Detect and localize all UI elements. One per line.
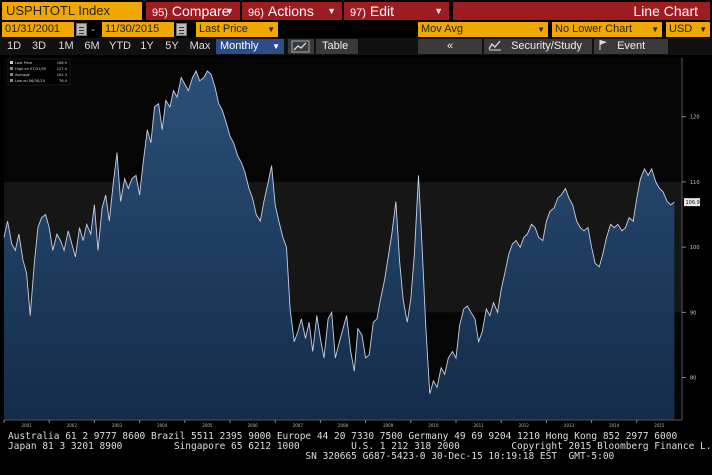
x-tick-label: 2012 bbox=[519, 423, 530, 428]
table-button[interactable]: Table bbox=[316, 39, 358, 54]
x-tick-label: 2006 bbox=[248, 423, 259, 428]
tab-max[interactable]: Max bbox=[186, 39, 214, 54]
compare-button[interactable]: 95) Compare ▼ bbox=[146, 2, 240, 20]
legend-label: Average bbox=[15, 73, 31, 77]
chevron-down-icon: ▼ bbox=[225, 6, 234, 16]
mov-avg-select[interactable]: Mov Avg ▼ bbox=[418, 22, 548, 37]
price-field-value: Last Price bbox=[199, 23, 248, 35]
line-chart-icon bbox=[291, 40, 310, 53]
legend-label: Low on 06/30/10 bbox=[15, 79, 46, 83]
last-value-label: 106.9 bbox=[686, 200, 700, 206]
x-tick-label: 2004 bbox=[157, 423, 168, 428]
currency-value: USD bbox=[669, 23, 693, 35]
footer: Australia 61 2 9777 8600 Brazil 5511 239… bbox=[0, 431, 712, 465]
end-date-field[interactable]: 11/30/2015 bbox=[102, 22, 174, 37]
x-tick-label: 2008 bbox=[338, 423, 349, 428]
event-label: Event bbox=[617, 40, 646, 52]
plot-band bbox=[4, 58, 682, 182]
x-tick-label: 2007 bbox=[293, 423, 304, 428]
edit-label: Edit bbox=[369, 3, 395, 19]
event-button[interactable]: Event bbox=[594, 39, 668, 54]
actions-shortcut: 96) bbox=[248, 7, 264, 19]
period-toolbar: 1D 3D 1M 6M YTD 1Y 5Y Max Monthly ▼ Table… bbox=[0, 38, 712, 55]
chart-area: 80 90 100 110 120 106.9 2001 2002 2003 2004 2005 2… bbox=[0, 56, 712, 428]
tab-ytd[interactable]: YTD bbox=[106, 39, 134, 54]
tab-5y[interactable]: 5Y bbox=[160, 39, 184, 54]
y-tick-label: 110 bbox=[690, 180, 700, 186]
y-tick-label: 120 bbox=[690, 115, 700, 121]
period-select[interactable]: Monthly ▼ bbox=[216, 39, 284, 54]
x-tick-label: 2001 bbox=[22, 423, 33, 428]
ticker-field[interactable]: USPHTOTL Index bbox=[2, 2, 142, 20]
legend-value: 106.9 bbox=[57, 61, 68, 65]
back-button[interactable]: « bbox=[418, 39, 482, 54]
tab-1d[interactable]: 1D bbox=[4, 39, 24, 54]
chevron-down-icon: ▼ bbox=[267, 25, 275, 34]
x-tick-label: 2015 bbox=[654, 423, 665, 428]
period-value: Monthly bbox=[220, 40, 259, 52]
tab-1m[interactable]: 1M bbox=[54, 39, 78, 54]
legend-label: Last Price bbox=[15, 61, 33, 65]
date-range-row: 01/31/2001 - 11/30/2015 Last Price ▼ Mov … bbox=[0, 22, 712, 38]
tab-1y[interactable]: 1Y bbox=[136, 39, 158, 54]
line-chart[interactable]: 80 90 100 110 120 106.9 2001 2002 2003 2004 2005 2… bbox=[0, 56, 712, 428]
date-separator: - bbox=[91, 23, 95, 36]
x-tick-label: 2009 bbox=[383, 423, 394, 428]
legend-label: High on 07/31/05 bbox=[15, 67, 46, 71]
y-tick-label: 80 bbox=[690, 376, 696, 382]
actions-button[interactable]: 96) Actions ▼ bbox=[242, 2, 342, 20]
chevron-down-icon: ▼ bbox=[327, 6, 336, 16]
legend-value: 127.0 bbox=[57, 67, 68, 71]
chevron-down-icon: ▼ bbox=[699, 25, 707, 34]
calendar-icon[interactable] bbox=[76, 23, 87, 36]
compare-label: Compare bbox=[171, 3, 230, 19]
edit-shortcut: 97) bbox=[350, 7, 366, 19]
security-study-button[interactable]: Security/Study bbox=[484, 39, 592, 54]
x-tick-label: 2005 bbox=[202, 423, 213, 428]
y-tick-label: 90 bbox=[690, 310, 696, 316]
line-chart-icon-button[interactable] bbox=[288, 39, 314, 54]
chevron-down-icon: ▼ bbox=[272, 42, 280, 51]
tab-3d[interactable]: 3D bbox=[28, 39, 50, 54]
tab-6m[interactable]: 6M bbox=[80, 39, 104, 54]
security-study-label: Security/Study bbox=[511, 40, 582, 52]
legend-swatch bbox=[10, 73, 13, 76]
legend-value: 102.3 bbox=[57, 73, 67, 77]
x-tick-label: 2010 bbox=[428, 423, 439, 428]
start-date-field[interactable]: 01/31/2001 bbox=[2, 22, 74, 37]
x-tick-label: 2011 bbox=[474, 423, 485, 428]
y-tick-label: 100 bbox=[690, 245, 700, 251]
x-tick-label: 2003 bbox=[112, 423, 123, 428]
footer-sn-line: SN 320665 G687-5423-0 30-Dec-15 10:19:18… bbox=[8, 451, 615, 462]
top-toolbar: USPHTOTL Index 95) Compare ▼ 96) Actions ▼… bbox=[0, 0, 712, 22]
price-field-select[interactable]: Last Price ▼ bbox=[196, 22, 278, 37]
actions-label: Actions bbox=[267, 3, 314, 19]
lower-chart-value: No Lower Chart bbox=[555, 23, 633, 35]
study-icon bbox=[488, 40, 501, 51]
legend-swatch bbox=[10, 67, 13, 70]
compare-shortcut: 95) bbox=[152, 7, 168, 19]
x-tick-label: 2014 bbox=[609, 423, 620, 428]
event-flag-icon bbox=[599, 40, 607, 50]
chevron-down-icon: ▼ bbox=[537, 25, 545, 34]
edit-button[interactable]: 97) Edit ▼ bbox=[344, 2, 449, 20]
legend-swatch bbox=[10, 79, 13, 82]
chevron-down-icon: ▼ bbox=[651, 25, 659, 34]
chevron-down-icon: ▼ bbox=[434, 6, 443, 16]
x-tick-label: 2002 bbox=[67, 423, 78, 428]
currency-select[interactable]: USD ▼ bbox=[666, 22, 710, 37]
calendar-icon[interactable] bbox=[176, 23, 187, 36]
x-tick-label: 2013 bbox=[564, 423, 575, 428]
mov-avg-value: Mov Avg bbox=[421, 23, 463, 35]
legend-swatch bbox=[10, 61, 13, 64]
legend-value: 76.4 bbox=[59, 79, 68, 83]
lower-chart-select[interactable]: No Lower Chart ▼ bbox=[552, 22, 662, 37]
chart-type-title: Line Chart bbox=[453, 2, 710, 20]
